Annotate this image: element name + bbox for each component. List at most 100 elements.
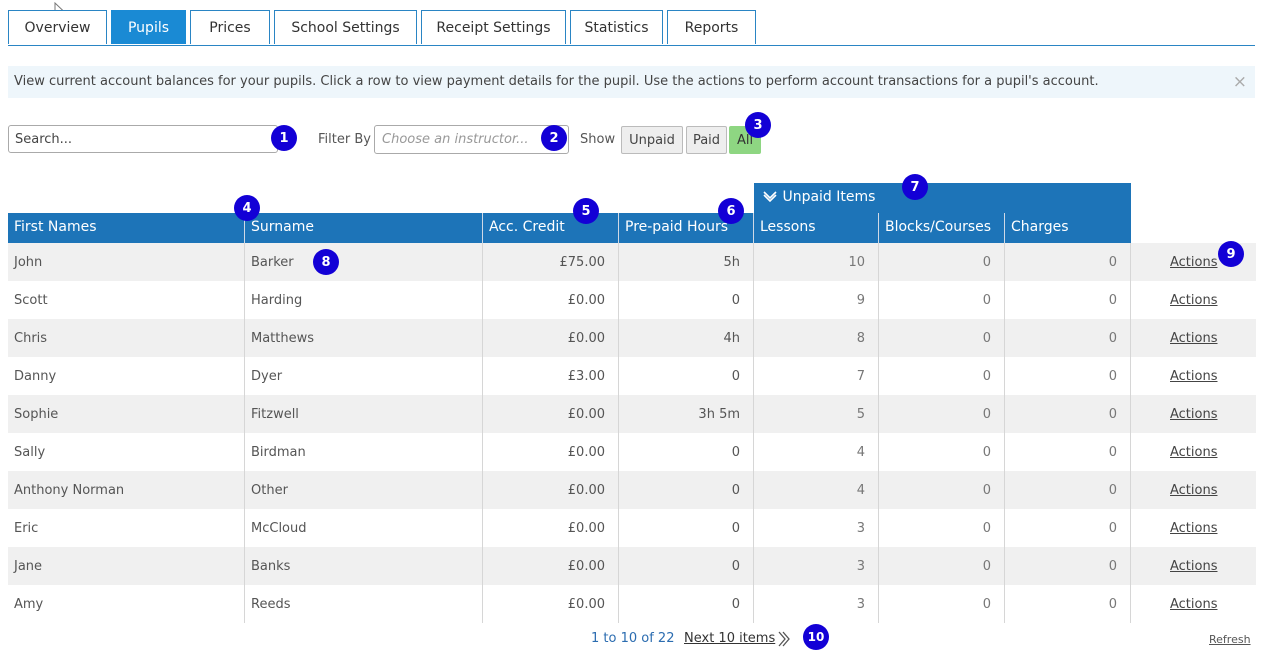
blocks-courses-cell: 0 [879, 509, 1005, 547]
lessons-cell: 7 [754, 357, 879, 395]
info-banner: View current account balances for your p… [8, 66, 1255, 98]
surname-cell: Fitzwell [245, 395, 483, 433]
actions-link[interactable]: Actions [1170, 471, 1218, 509]
table-row[interactable]: Chris Matthews £0.00 4h 8 0 0 Actions [8, 319, 1256, 357]
prepaid-hours-cell: 0 [619, 547, 754, 585]
next-page-link[interactable]: Next 10 items [684, 631, 775, 646]
acc-credit-cell: £0.00 [483, 547, 619, 585]
charges-cell: 0 [1005, 395, 1131, 433]
annotation-badge-3: 3 [745, 112, 771, 138]
column-header-first-names[interactable]: First Names [8, 213, 245, 243]
blocks-courses-cell: 0 [879, 585, 1005, 623]
lessons-cell: 8 [754, 319, 879, 357]
first-name-cell: Scott [8, 281, 245, 319]
tab-pupils[interactable]: Pupils [111, 10, 186, 44]
prepaid-hours-cell: 3h 5m [619, 395, 754, 433]
close-icon[interactable]: × [1233, 72, 1247, 92]
actions-link[interactable]: Actions [1170, 547, 1218, 585]
show-unpaid-button[interactable]: Unpaid [621, 126, 683, 154]
actions-link[interactable]: Actions [1170, 433, 1218, 471]
table-row[interactable]: Jane Banks £0.00 0 3 0 0 Actions [8, 547, 1256, 585]
actions-link[interactable]: Actions [1170, 395, 1218, 433]
surname-cell: McCloud [245, 509, 483, 547]
instructor-select[interactable]: Choose an instructor... [374, 125, 569, 154]
tab-reports[interactable]: Reports [667, 10, 756, 44]
annotation-badge-6: 6 [718, 198, 744, 224]
tab-prices[interactable]: Prices [190, 10, 270, 44]
blocks-courses-cell: 0 [879, 395, 1005, 433]
tab-bar: Overview Pupils Prices School Settings R… [8, 8, 1255, 46]
tab-school-settings[interactable]: School Settings [274, 10, 417, 44]
actions-link[interactable]: Actions [1170, 281, 1218, 319]
double-chevron-right-icon[interactable] [776, 630, 792, 648]
acc-credit-cell: £3.00 [483, 357, 619, 395]
charges-cell: 0 [1005, 509, 1131, 547]
lessons-cell: 3 [754, 585, 879, 623]
annotation-badge-7: 7 [902, 174, 928, 200]
first-name-cell: Jane [8, 547, 245, 585]
prepaid-hours-cell: 0 [619, 433, 754, 471]
actions-link[interactable]: Actions [1170, 319, 1218, 357]
column-header-blocks-courses[interactable]: Blocks/Courses [879, 213, 1005, 243]
table-row[interactable]: Danny Dyer £3.00 0 7 0 0 Actions [8, 357, 1256, 395]
refresh-link[interactable]: Refresh [1209, 633, 1251, 646]
show-label: Show [580, 132, 616, 147]
table-row[interactable]: Anthony Norman Other £0.00 0 4 0 0 Actions [8, 471, 1256, 509]
blocks-courses-cell: 0 [879, 471, 1005, 509]
acc-credit-cell: £0.00 [483, 471, 619, 509]
acc-credit-cell: £0.00 [483, 585, 619, 623]
table-row[interactable]: Scott Harding £0.00 0 9 0 0 Actions [8, 281, 1256, 319]
column-header-acc-credit[interactable]: Acc. Credit [483, 213, 619, 243]
actions-link[interactable]: Actions [1170, 357, 1218, 395]
acc-credit-cell: £0.00 [483, 433, 619, 471]
actions-link[interactable]: Actions [1170, 509, 1218, 547]
actions-link[interactable]: Actions [1170, 585, 1218, 623]
tab-statistics[interactable]: Statistics [570, 10, 663, 44]
prepaid-hours-cell: 0 [619, 471, 754, 509]
first-name-cell: John [8, 243, 245, 281]
filter-by-label: Filter By [318, 132, 371, 147]
table-row[interactable]: Sophie Fitzwell £0.00 3h 5m 5 0 0 Actions [8, 395, 1256, 433]
table-row[interactable]: Sally Birdman £0.00 0 4 0 0 Actions [8, 433, 1256, 471]
blocks-courses-cell: 0 [879, 547, 1005, 585]
blocks-courses-cell: 0 [879, 433, 1005, 471]
first-name-cell: Chris [8, 319, 245, 357]
show-paid-button[interactable]: Paid [686, 126, 727, 154]
search-input[interactable] [8, 125, 278, 153]
surname-cell: Banks [245, 547, 483, 585]
lessons-cell: 4 [754, 471, 879, 509]
acc-credit-cell: £0.00 [483, 395, 619, 433]
first-name-cell: Sophie [8, 395, 245, 433]
annotation-badge-2: 2 [541, 125, 567, 151]
acc-credit-cell: £0.00 [483, 281, 619, 319]
column-header-lessons[interactable]: Lessons [754, 213, 879, 243]
first-name-cell: Eric [8, 509, 245, 547]
charges-cell: 0 [1005, 243, 1131, 281]
table-row[interactable]: Amy Reeds £0.00 0 3 0 0 Actions [8, 585, 1256, 623]
chevron-down-icon [763, 191, 777, 203]
charges-cell: 0 [1005, 471, 1131, 509]
column-header-charges[interactable]: Charges [1005, 213, 1131, 243]
annotation-badge-4: 4 [234, 195, 260, 221]
charges-cell: 0 [1005, 357, 1131, 395]
column-header-surname[interactable]: Surname [245, 213, 483, 243]
lessons-cell: 4 [754, 433, 879, 471]
table-row[interactable]: John Barker £75.00 5h 10 0 0 Actions [8, 243, 1256, 281]
lessons-cell: 9 [754, 281, 879, 319]
unpaid-items-group-header[interactable]: Unpaid Items [754, 183, 1131, 213]
first-name-cell: Danny [8, 357, 245, 395]
actions-link[interactable]: Actions [1170, 243, 1218, 281]
annotation-badge-10: 10 [803, 624, 829, 650]
first-name-cell: Amy [8, 585, 245, 623]
tab-overview[interactable]: Overview [8, 10, 107, 44]
table-row[interactable]: Eric McCloud £0.00 0 3 0 0 Actions [8, 509, 1256, 547]
annotation-badge-5: 5 [573, 198, 599, 224]
annotation-badge-1: 1 [271, 125, 297, 151]
tab-receipt-settings[interactable]: Receipt Settings [421, 10, 566, 44]
surname-cell: Dyer [245, 357, 483, 395]
lessons-cell: 3 [754, 547, 879, 585]
first-name-cell: Anthony Norman [8, 471, 245, 509]
surname-cell: Barker [245, 243, 483, 281]
prepaid-hours-cell: 4h [619, 319, 754, 357]
blocks-courses-cell: 0 [879, 319, 1005, 357]
